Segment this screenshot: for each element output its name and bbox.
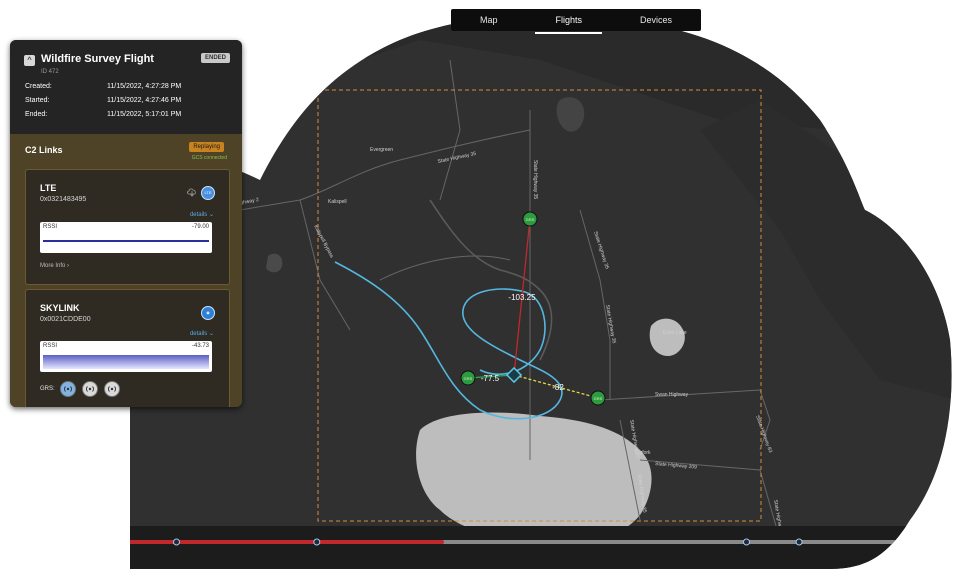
rssi-label: RSSI — [43, 343, 58, 349]
rssi-label: RSSI — [43, 224, 58, 230]
timeline-marker-4[interactable] — [743, 538, 750, 546]
details-label: details — [189, 212, 208, 218]
link-name: SKYLINK — [40, 303, 80, 313]
chevron-down-icon: ⌄ — [208, 331, 214, 337]
place-echo-lake: Echo Lake — [663, 330, 687, 336]
chevron-right-icon: › — [67, 263, 70, 269]
link-value-left: -77.5 — [481, 374, 500, 383]
road-swan-highway: Swan Highway — [655, 392, 689, 398]
rssi-value: -43.73 — [191, 343, 209, 349]
rssi-value: -79.00 — [191, 224, 209, 230]
link-id: 0x0321483495 — [40, 196, 87, 203]
link-name: LTE — [40, 183, 57, 193]
playback-bar — [70, 526, 952, 569]
details-label: details — [189, 331, 208, 337]
c2-links-section: C2 Links Replaying GCS connected LTE 0x0… — [10, 134, 242, 407]
timeline-marker-5[interactable] — [795, 538, 803, 546]
started-label: Started: — [25, 97, 50, 104]
chevron-down-icon: ⌄ — [208, 212, 214, 218]
place-kalispell: Kalispell — [328, 199, 347, 205]
antenna-icon — [108, 386, 116, 392]
c2-links-title: C2 Links — [25, 145, 63, 155]
tab-flights[interactable]: Flights — [535, 11, 602, 34]
flight-title: Wildfire Survey Flight — [41, 53, 154, 65]
ground-station-icon-label: GRS — [594, 396, 603, 401]
flight-id: ID 472 — [41, 69, 59, 75]
status-badge: ENDED — [200, 53, 230, 63]
ground-station-icon-label: GRS — [464, 376, 473, 381]
ended-value: 11/15/2022, 5:17:01 PM — [107, 111, 182, 118]
rssi-chart: RSSI -79.00 — [40, 222, 212, 253]
timeline-marker-3[interactable] — [313, 538, 321, 546]
timeline-marker-1[interactable] — [76, 538, 84, 546]
rssi-chart: RSSI -43.73 — [40, 341, 212, 372]
link-id: 0x0021CDDE00 — [40, 316, 91, 323]
created-value: 11/15/2022, 4:27:28 PM — [107, 83, 182, 90]
created-label: Created: — [25, 83, 52, 90]
more-info-label: More Info — [40, 263, 66, 269]
timeline-marker-2[interactable] — [173, 538, 180, 546]
chevron-up-icon: ^ — [27, 55, 32, 65]
place-evergreen: Evergreen — [370, 147, 393, 153]
grs-button-2[interactable] — [82, 381, 98, 397]
rssi-line — [43, 240, 209, 242]
antenna-icon — [86, 386, 94, 392]
link-value-top: -103.25 — [508, 293, 536, 302]
details-toggle[interactable]: details ⌄ — [190, 330, 214, 337]
ground-station-right[interactable]: GRS — [590, 390, 606, 406]
link-card-lte[interactable]: LTE 0x0321483495 LTE details ⌄ RSSI -79.… — [25, 169, 230, 285]
ground-station-icon-label: GRS — [526, 217, 535, 222]
grs-button-1[interactable] — [60, 381, 76, 397]
started-value: 11/15/2022, 4:27:46 PM — [107, 97, 182, 104]
top-nav: Map Flights Devices — [451, 9, 701, 34]
road-state-hwy-35-b: State Highway 35 — [532, 160, 538, 199]
link-value-right: -82 — [552, 383, 564, 392]
link-card-skylink[interactable]: SKYLINK 0x0021CDDE00 ◉ details ⌄ RSSI -4… — [25, 289, 230, 407]
flight-header: ^ Wildfire Survey Flight ID 472 ENDED Cr… — [10, 40, 242, 134]
tab-map[interactable]: Map — [470, 11, 508, 29]
gcs-status: GCS connected — [191, 155, 227, 161]
place-bigfork: Bigfork — [635, 450, 651, 456]
skylink-icon[interactable]: ◉ — [201, 306, 215, 320]
tab-devices[interactable]: Devices — [630, 11, 682, 29]
more-info-link[interactable]: More Info › — [40, 263, 69, 269]
antenna-icon — [64, 386, 72, 392]
grs-label: GRS: — [40, 386, 55, 392]
details-toggle[interactable]: details ⌄ — [190, 211, 214, 218]
collapse-button[interactable]: ^ — [24, 55, 35, 66]
ground-station-left[interactable]: GRS — [460, 370, 476, 386]
flight-panel: ^ Wildfire Survey Flight ID 472 ENDED Cr… — [10, 40, 242, 407]
app-screen: GRS GRS GRS -103.25 -77.5 -82 Evergreen … — [0, 0, 957, 569]
lte-icon[interactable]: LTE — [201, 186, 215, 200]
grs-button-3[interactable] — [104, 381, 120, 397]
rssi-line — [43, 355, 209, 369]
play-button[interactable] — [61, 534, 73, 550]
replay-badge: Replaying — [189, 142, 224, 152]
timeline-progress — [80, 540, 444, 544]
ground-station-top[interactable]: GRS — [522, 211, 538, 227]
ended-label: Ended: — [25, 111, 48, 118]
cloud-download-icon[interactable] — [187, 187, 197, 197]
